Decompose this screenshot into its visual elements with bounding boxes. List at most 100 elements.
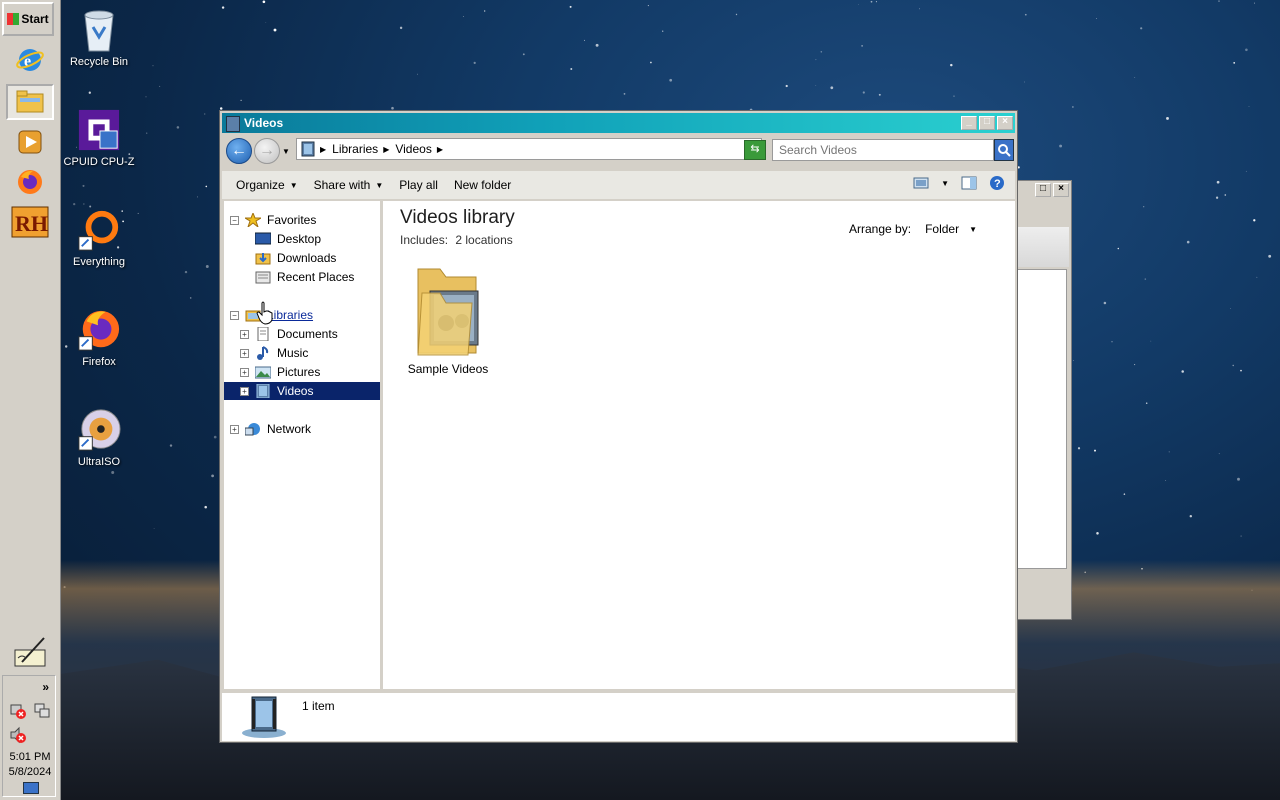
expand-icon[interactable]: + (240, 367, 249, 377)
search-input[interactable] (772, 139, 994, 161)
everything-icon (78, 210, 119, 251)
desktop-icon-label: UltraISO (77, 456, 121, 468)
taskbar-internet-explorer[interactable]: e (6, 42, 54, 78)
music-icon (257, 346, 269, 360)
tree-recent-places[interactable]: Recent Places (255, 268, 354, 286)
desktop-icon-recycle-bin[interactable]: Recycle Bin (59, 8, 139, 68)
video-library-icon (301, 141, 315, 157)
tree-label: Pictures (277, 365, 321, 379)
search-button[interactable] (994, 139, 1014, 161)
tree-music[interactable]: + Music (240, 344, 308, 362)
clock-date[interactable]: 5/8/2024 (3, 766, 57, 778)
taskbar-media-player[interactable] (6, 124, 54, 160)
downloads-icon (255, 253, 271, 265)
chevron-right-icon[interactable]: ▶ (320, 145, 326, 154)
maximize-button[interactable]: □ (979, 116, 995, 130)
taskbar-firefox[interactable] (6, 164, 54, 200)
close-button[interactable]: × (997, 116, 1013, 130)
minimize-button[interactable]: _ (961, 116, 977, 130)
breadcrumb-libraries[interactable]: Libraries (332, 142, 378, 156)
desktop-icon-ultraiso[interactable]: UltraISO (59, 408, 139, 468)
refresh-button[interactable]: ⇆ (744, 140, 766, 160)
taskbar-file-explorer[interactable] (6, 84, 54, 120)
chevron-down-icon[interactable]: ▼ (969, 225, 977, 234)
expand-icon[interactable]: + (240, 386, 249, 396)
play-all-button[interactable]: Play all (391, 178, 446, 192)
arrange-by: Arrange by: Folder ▼ (849, 222, 977, 236)
close-icon[interactable]: × (1053, 183, 1069, 197)
desktop-icon-label: Recycle Bin (69, 56, 129, 68)
resource-hacker-icon: RH (11, 206, 49, 238)
tree-label: Desktop (277, 232, 322, 246)
video-library-large-icon (242, 696, 286, 738)
media-player-icon (18, 130, 42, 154)
arrange-by-dropdown[interactable]: Folder (925, 222, 959, 236)
navigation-pane: − Favorites Desktop Downloads Recent Pla… (224, 201, 383, 689)
change-view-icon[interactable] (913, 176, 929, 190)
arrange-by-label: Arrange by: (849, 222, 912, 236)
expand-icon[interactable]: + (240, 348, 249, 358)
recent-places-icon (255, 271, 271, 284)
tree-label: Downloads (277, 251, 337, 265)
show-desktop-icon[interactable] (23, 782, 39, 794)
help-icon[interactable]: ? (989, 175, 1005, 191)
tree-desktop[interactable]: Desktop (255, 230, 321, 248)
desktop-icon-firefox[interactable]: Firefox (59, 308, 139, 368)
firefox-icon (78, 310, 120, 351)
volume-muted-icon[interactable] (9, 726, 27, 744)
window-title: Videos (244, 116, 284, 130)
collapse-icon[interactable]: − (230, 310, 239, 320)
tree-network[interactable]: + Network (230, 420, 311, 438)
clock-time[interactable]: 5:01 PM (3, 751, 57, 763)
background-window-toolbar (1017, 227, 1069, 267)
tree-videos[interactable]: + Videos (224, 382, 380, 400)
search-icon (998, 144, 1011, 157)
tree-documents[interactable]: + Documents (240, 325, 338, 343)
taskbar-pen-tool[interactable] (6, 635, 54, 671)
desktop-icon-label: Firefox (82, 356, 116, 368)
chevron-right-icon[interactable]: ▶ (437, 145, 443, 154)
tray-expand-button[interactable]: » (42, 680, 49, 694)
start-button[interactable]: Start (2, 2, 54, 36)
tree-pictures[interactable]: + Pictures (240, 363, 320, 381)
star-icon (245, 213, 261, 227)
desktop-icon-cpu-z[interactable]: CPUID CPU-Z (59, 108, 139, 168)
forward-button[interactable]: → (254, 138, 280, 164)
share-with-button[interactable]: Share with ▼ (306, 178, 392, 192)
title-bar[interactable]: Videos _ □ × (222, 113, 1015, 133)
back-button[interactable]: ← (226, 138, 252, 164)
preview-pane-icon[interactable] (961, 176, 977, 190)
tree-favorites[interactable]: − Favorites (230, 211, 316, 229)
chevron-right-icon[interactable]: ▶ (383, 145, 389, 154)
folder-item[interactable]: Sample Videos (403, 263, 493, 376)
maximize-icon[interactable]: □ (1035, 183, 1051, 197)
taskbar-resource-hacker[interactable]: RH (6, 204, 54, 240)
network-icon (245, 423, 260, 436)
recent-pages-dropdown[interactable]: ▼ (282, 147, 290, 156)
collapse-icon[interactable]: − (230, 215, 239, 225)
desktop-icon-everything[interactable]: Everything (59, 208, 139, 268)
network-connection-icon[interactable] (33, 702, 51, 720)
svg-text:?: ? (994, 178, 1001, 190)
chevron-down-icon: ▼ (289, 180, 298, 190)
cpu-z-icon (78, 109, 120, 151)
tree-label: Recent Places (277, 270, 355, 284)
pen-tablet-icon (14, 637, 46, 667)
firefox-icon (18, 170, 42, 194)
videos-icon (256, 384, 270, 398)
network-error-icon[interactable] (9, 702, 27, 720)
view-options-dropdown[interactable]: ▼ (941, 179, 949, 188)
navigation-bar: ← → ▼ ▶ Libraries ▶ Videos ▶ ▼ ⇆ (222, 135, 1015, 167)
background-window[interactable]: □ × (1016, 180, 1072, 620)
expand-icon[interactable]: + (230, 424, 239, 434)
system-tray: » 5:01 PM 5/8/2024 (2, 675, 56, 797)
pictures-icon (255, 366, 271, 379)
new-folder-button[interactable]: New folder (446, 178, 519, 192)
breadcrumb-videos[interactable]: Videos (395, 142, 431, 156)
address-bar[interactable]: ▶ Libraries ▶ Videos ▶ ▼ (296, 138, 762, 160)
expand-icon[interactable]: + (240, 329, 249, 339)
tree-downloads[interactable]: Downloads (255, 249, 336, 267)
includes-locations-link[interactable]: 2 locations (455, 233, 512, 247)
organize-button[interactable]: Organize ▼ (228, 178, 306, 192)
tree-label: Network (267, 422, 312, 436)
